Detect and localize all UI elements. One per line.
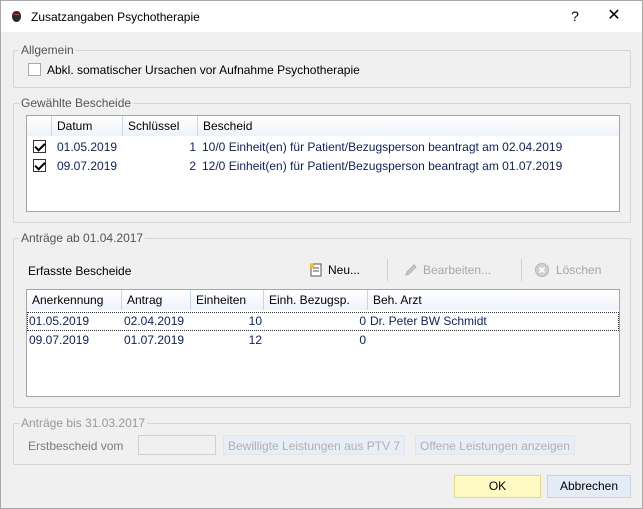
erfasste-table-header: Anerkennung Antrag Einheiten Einh. Bezug… bbox=[27, 290, 619, 310]
column-header-select[interactable] bbox=[27, 116, 52, 136]
einheiten-cell: 12 bbox=[248, 333, 262, 347]
antraege-ab-legend: Anträge ab 01.04.2017 bbox=[19, 231, 146, 245]
bezugsp-cell: 0 bbox=[359, 314, 366, 328]
edit-button-label: Bearbeiten... bbox=[423, 263, 492, 277]
erstbescheid-label: Erstbescheid vom bbox=[28, 439, 124, 453]
antraege-ab-group: Anträge ab 01.04.2017 Erfasste Bescheide… bbox=[13, 231, 631, 408]
row-select-checkbox[interactable] bbox=[33, 140, 46, 153]
app-icon bbox=[12, 11, 21, 22]
close-button[interactable]: ✕ bbox=[597, 4, 631, 28]
bescheide-table-header: Datum Schlüssel Bescheid bbox=[27, 116, 619, 136]
column-header-bescheid[interactable]: Bescheid bbox=[198, 116, 619, 136]
dialog-window: Zusatzangaben Psychotherapie ? ✕ Allgeme… bbox=[0, 0, 643, 509]
window-title: Zusatzangaben Psychotherapie bbox=[31, 10, 200, 24]
table-row[interactable]: 01.05.2019 02.04.2019 10 0 Dr. Peter BW … bbox=[27, 312, 619, 331]
bescheide-table[interactable]: Datum Schlüssel Bescheid 01.05.2019 1 10… bbox=[26, 115, 620, 212]
column-header-antrag[interactable]: Antrag bbox=[122, 290, 191, 310]
column-header-datum[interactable]: Datum bbox=[52, 116, 123, 136]
anerkennung-cell: 01.05.2019 bbox=[29, 314, 90, 328]
delete-icon bbox=[535, 263, 549, 277]
table-row[interactable]: 01.05.2019 1 10/0 Einheit(en) für Patien… bbox=[27, 138, 619, 157]
arzt-cell: Dr. Peter BW Schmidt bbox=[370, 314, 487, 328]
somatic-check-label: Abkl. somatischer Ursachen vor Aufnahme … bbox=[47, 63, 360, 77]
erfasste-bescheide-label: Erfasste Bescheide bbox=[28, 264, 132, 278]
table-row[interactable]: 09.07.2019 01.07.2019 12 0 bbox=[27, 331, 619, 350]
antrag-cell: 01.07.2019 bbox=[124, 333, 185, 347]
column-header-schluessel[interactable]: Schlüssel bbox=[123, 116, 198, 136]
ok-button[interactable]: OK bbox=[454, 475, 541, 498]
toolbar-separator bbox=[387, 259, 388, 281]
datum-cell: 01.05.2019 bbox=[57, 140, 118, 154]
bescheid-cell: 10/0 Einheit(en) für Patient/Bezugsperso… bbox=[202, 140, 563, 154]
bezugsp-cell: 0 bbox=[359, 333, 366, 347]
bescheide-group: Gewählte Bescheide Datum Schlüssel Besch… bbox=[13, 96, 631, 223]
pencil-icon bbox=[405, 264, 417, 276]
antraege-bis-legend: Anträge bis 31.03.2017 bbox=[19, 416, 148, 430]
new-document-icon bbox=[309, 263, 322, 277]
column-header-anerkennung[interactable]: Anerkennung bbox=[27, 290, 122, 310]
bescheid-cell: 12/0 Einheit(en) für Patient/Bezugsperso… bbox=[202, 159, 563, 173]
erfasste-bescheide-table[interactable]: Anerkennung Antrag Einheiten Einh. Bezug… bbox=[26, 289, 620, 397]
delete-button-label: Löschen bbox=[556, 263, 602, 277]
erstbescheid-date-input[interactable] bbox=[138, 435, 216, 455]
bescheide-legend: Gewählte Bescheide bbox=[19, 96, 134, 110]
schluessel-cell: 1 bbox=[189, 140, 196, 154]
antraege-bis-group: Anträge bis 31.03.2017 Erstbescheid vom … bbox=[13, 416, 631, 465]
anerkennung-cell: 09.07.2019 bbox=[29, 333, 90, 347]
cancel-button[interactable]: Abbrechen bbox=[547, 475, 631, 498]
row-select-checkbox[interactable] bbox=[33, 159, 46, 172]
allgemein-group: Allgemein Abkl. somatischer Ursachen vor… bbox=[13, 43, 631, 88]
bewilligte-leistungen-button[interactable]: Bewilligte Leistungen aus PTV 7 bbox=[223, 435, 406, 455]
einheiten-cell: 10 bbox=[248, 314, 262, 328]
column-header-einh-bezugsp[interactable]: Einh. Bezugsp. bbox=[264, 290, 368, 310]
title-bar: Zusatzangaben Psychotherapie ? ✕ bbox=[1, 1, 642, 32]
table-row[interactable]: 09.07.2019 2 12/0 Einheit(en) für Patien… bbox=[27, 157, 619, 176]
new-button-label: Neu... bbox=[328, 263, 361, 277]
offene-leistungen-button[interactable]: Offene Leistungen anzeigen bbox=[415, 435, 575, 455]
schluessel-cell: 2 bbox=[189, 159, 196, 173]
somatic-check-checkbox[interactable] bbox=[28, 63, 41, 76]
help-button[interactable]: ? bbox=[561, 4, 589, 28]
toolbar-separator bbox=[521, 259, 522, 281]
column-header-einheiten[interactable]: Einheiten bbox=[191, 290, 264, 310]
column-header-beh-arzt[interactable]: Beh. Arzt bbox=[368, 290, 619, 310]
allgemein-legend: Allgemein bbox=[19, 43, 76, 57]
antrag-cell: 02.04.2019 bbox=[124, 314, 185, 328]
datum-cell: 09.07.2019 bbox=[57, 159, 118, 173]
